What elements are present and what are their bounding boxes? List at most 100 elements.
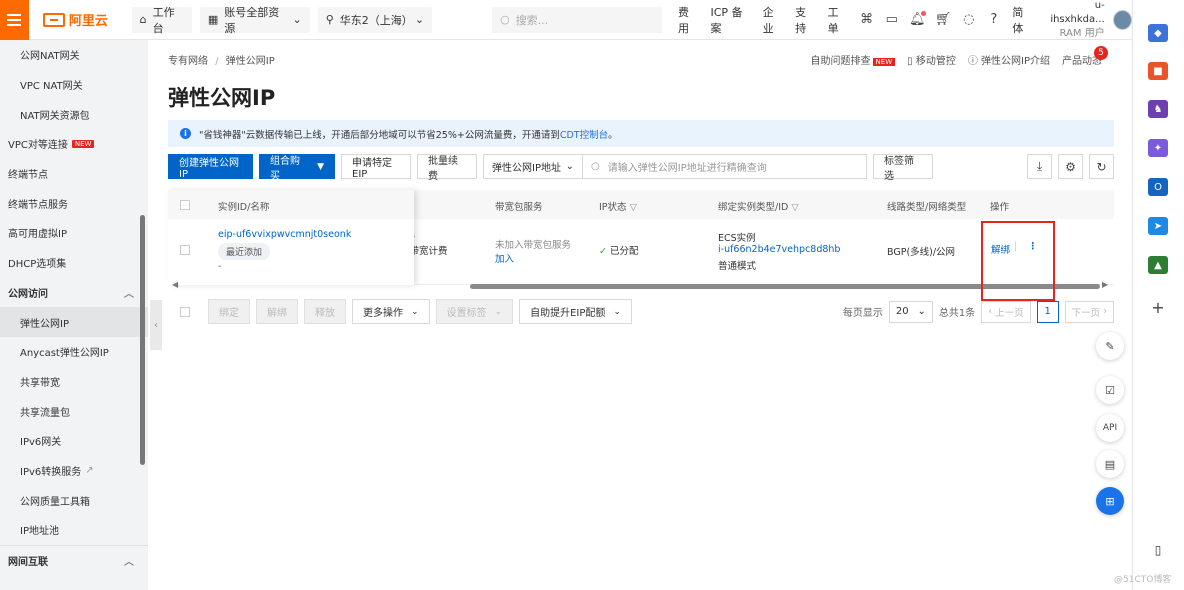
more-actions-dropdown[interactable]: 更多操作 ⌄ [352, 299, 430, 324]
page-size-select[interactable]: 20 ⌄ [888, 300, 933, 323]
sidebar-item-endpoint[interactable]: 终端节点 [0, 159, 148, 189]
scroll-left-icon[interactable]: ◀ [172, 280, 178, 289]
language-switch[interactable]: 简体 [1012, 4, 1033, 36]
user-menu[interactable]: u-ihsxhkda... RAM 用户 [1043, 0, 1104, 41]
page-size-value: 20 [895, 306, 909, 317]
sidebar-item-public-nat[interactable]: 公网NAT网关 [0, 40, 148, 70]
download-icon[interactable]: ⤓ [1027, 154, 1052, 179]
eip-intro-link[interactable]: ⓘ 弹性公网IP介绍 [968, 52, 1050, 67]
sidebar-item-havip[interactable]: 高可用虚拟IP [0, 218, 148, 248]
table-horizontal-scrollbar[interactable]: ◀ ▶ [168, 280, 1114, 290]
sidebar-group-interconnect[interactable]: 网间互联 ︿ [0, 544, 148, 575]
sidebar-item-shared-traffic[interactable]: 共享流量包 [0, 396, 148, 426]
tree-icon[interactable]: ▲ [1148, 256, 1168, 274]
chat-icon[interactable]: ▤ [1096, 450, 1124, 478]
notice-banner: i "省钱神器"云数据传输已上线，开通后部分地域可以节省25%+公网流量费，开通… [168, 120, 1114, 147]
sidebar-item-anycast-eip[interactable]: Anycast弹性公网IP [0, 337, 148, 367]
next-page-button[interactable]: 下一页 › [1064, 300, 1114, 323]
copilot-icon[interactable]: ✦ [1148, 139, 1168, 157]
set-tags-dropdown[interactable]: 设置标签 ⌄ [435, 299, 514, 324]
check-icon: ✓ [599, 246, 607, 257]
sidebar-item-label: 终端节点服务 [8, 199, 68, 211]
link-billing[interactable]: 费用 [678, 4, 699, 36]
brand-logo[interactable]: 阿里云 [42, 10, 124, 29]
send-icon[interactable]: ➤ [1148, 217, 1168, 235]
mobile-label: 移动管控 [915, 56, 956, 67]
refresh-icon[interactable]: ↻ [1089, 154, 1114, 179]
sidebar-item-quality-toolbox[interactable]: 公网质量工具箱 [0, 485, 148, 515]
sidebar-item-eip[interactable]: 弹性公网IP [0, 307, 148, 337]
eip-search-input[interactable]: ○ 请输入弹性公网IP地址进行精确查询 [583, 154, 867, 179]
filter-field-select[interactable]: 弹性公网IP地址 ⌄ [483, 154, 583, 179]
page-1-button[interactable]: 1 [1036, 300, 1059, 323]
bind-instance-id-link[interactable]: i-uf66n2b4e7vehpc8d8hb [718, 244, 840, 255]
sidebar-item-vpc-nat[interactable]: VPC NAT网关 [0, 70, 148, 100]
avatar[interactable] [1112, 9, 1133, 30]
bind-button[interactable]: 绑定 [208, 299, 250, 324]
select-all-checkbox[interactable] [180, 200, 190, 210]
sidebar-collapse-toggle[interactable]: ‹ [150, 300, 162, 350]
sidebar-group-public-access[interactable]: 公网访问 ︿ [0, 278, 148, 308]
sidebar-item-ip-pool[interactable]: IP地址池 [0, 515, 148, 545]
tag-filter-button[interactable]: 标签筛选 [873, 154, 933, 182]
terminal-icon[interactable]: ▭ [885, 12, 898, 27]
add-icon[interactable]: + [1148, 298, 1168, 317]
region-dropdown[interactable]: ⚲ 华东2（上海） ⌄ [317, 6, 433, 33]
link-enterprise[interactable]: 企业 [763, 4, 784, 36]
feedback-icon[interactable]: ☑ [1096, 376, 1124, 404]
sidebar-toggle-icon[interactable]: ▯ [1148, 541, 1168, 559]
sidebar-item-vpc-peering[interactable]: VPC对等连接 NEW [0, 129, 148, 159]
help-icon[interactable]: ? [987, 12, 1000, 27]
recently-added-tag: 最近添加 [218, 243, 271, 260]
cart-icon[interactable]: 🛒︎ [935, 12, 952, 27]
outlook-icon[interactable]: O [1148, 178, 1168, 196]
tag-icon[interactable]: ◆ [1148, 24, 1168, 42]
col-ip-status[interactable]: IP状态 ▽ [599, 199, 637, 213]
sidebar-item-ipv6-translation[interactable]: IPv6转换服务 ↗ [0, 456, 148, 486]
link-icp[interactable]: ICP 备案 [710, 4, 750, 36]
col-bind-type[interactable]: 绑定实例类型/ID ▽ [718, 199, 799, 213]
settings-icon[interactable]: ⚙ [1058, 154, 1083, 179]
bell-icon[interactable]: 🔔︎ [909, 10, 927, 27]
prev-page-button[interactable]: ‹ 上一页 [981, 300, 1031, 323]
bulb-icon[interactable]: ◌ [962, 12, 975, 27]
apps-icon[interactable]: ⊞ [1096, 487, 1124, 515]
apply-specific-eip-button[interactable]: 申请特定EIP [341, 154, 411, 180]
mobile-control-link[interactable]: ▯ 移动管控 [907, 52, 956, 67]
sidebar-item-endpoint-service[interactable]: 终端节点服务 [0, 188, 148, 218]
bind-type-label: 绑定实例类型/ID [718, 202, 789, 213]
workbench-button[interactable]: ⌂ 工作台 [131, 6, 192, 35]
sidebar-item-nat-package[interactable]: NAT网关资源包 [0, 99, 148, 129]
unbind-button[interactable]: 解绑 [256, 299, 298, 324]
global-search-input[interactable]: ○ 搜索... [492, 6, 662, 33]
breadcrumb-parent[interactable]: 专有网络 [168, 56, 208, 67]
raise-quota-dropdown[interactable]: 自助提升EIP配额 ⌄ [519, 299, 632, 324]
bulk-select-checkbox[interactable] [180, 306, 190, 317]
sidebar-item-shared-bandwidth[interactable]: 共享带宽 [0, 367, 148, 397]
code-icon[interactable]: ⌘ [860, 12, 873, 27]
batch-renew-button[interactable]: 批量续费 [417, 154, 477, 182]
join-bandwidth-pkg-link[interactable]: 加入 [495, 251, 514, 265]
menu-icon[interactable] [0, 0, 29, 40]
sidebar-item-ipv6-gateway[interactable]: IPv6网关 [0, 426, 148, 456]
sidebar-scrollbar[interactable] [140, 215, 145, 465]
product-news-link[interactable]: 产品动态 5 [1062, 46, 1114, 67]
link-support[interactable]: 支持 [795, 4, 816, 36]
eip-instance-id-link[interactable]: eip-uf6vvixpwvcmnjt0seonk [218, 229, 351, 240]
cdt-console-link[interactable]: CDT控制台 [560, 130, 608, 141]
api-button[interactable]: API [1096, 414, 1124, 442]
new-badge: NEW [872, 58, 896, 66]
edit-icon[interactable]: ✎ [1096, 332, 1124, 360]
chess-icon[interactable]: ♞ [1148, 100, 1168, 118]
release-button[interactable]: 释放 [304, 299, 346, 324]
create-eip-button[interactable]: 创建弹性公网IP [168, 154, 253, 180]
sidebar-item-dhcp[interactable]: DHCP选项集 [0, 248, 148, 278]
resources-dropdown[interactable]: ▦ 账号全部资源 ⌄ [199, 6, 310, 35]
briefcase-icon[interactable]: ■ [1148, 62, 1168, 80]
row-checkbox[interactable] [180, 245, 190, 255]
combo-purchase-button[interactable]: 组合购买 ▼ [259, 154, 335, 182]
diagnose-link[interactable]: 自助问题排查 NEW [811, 52, 896, 67]
scroll-right-icon[interactable]: ▶ [1102, 280, 1108, 289]
link-ticket[interactable]: 工单 [828, 4, 849, 36]
search-placeholder: 请输入弹性公网IP地址进行精确查询 [607, 163, 767, 174]
